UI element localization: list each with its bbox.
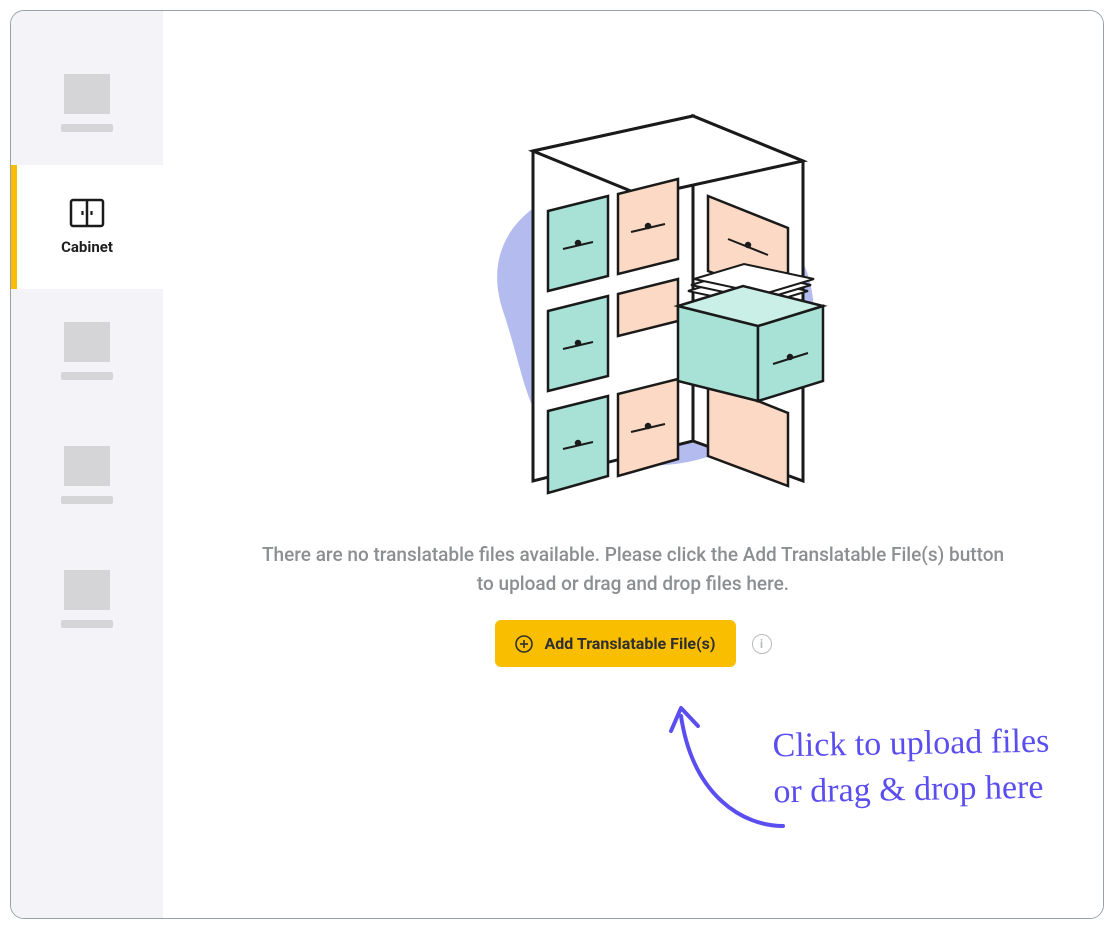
sidebar-item-placeholder-2[interactable] <box>11 289 163 413</box>
placeholder-label <box>61 372 113 380</box>
annotation-text: Click to upload files or drag & drop her… <box>772 719 1050 816</box>
placeholder-icon <box>64 322 110 362</box>
sidebar-item-label: Cabinet <box>61 238 113 256</box>
add-translatable-file-button[interactable]: Add Translatable File(s) <box>495 620 736 667</box>
add-button-label: Add Translatable File(s) <box>545 634 716 653</box>
sidebar-item-placeholder-4[interactable] <box>11 537 163 661</box>
sidebar-item-cabinet[interactable]: Cabinet <box>11 165 163 289</box>
placeholder-icon <box>64 570 110 610</box>
placeholder-label <box>61 496 113 504</box>
placeholder-icon <box>64 74 110 114</box>
empty-state-message: There are no translatable files availabl… <box>253 541 1013 598</box>
placeholder-label <box>61 620 113 628</box>
action-row: Add Translatable File(s) i <box>495 620 772 667</box>
sidebar-item-placeholder-1[interactable] <box>11 41 163 165</box>
main-content: There are no translatable files availabl… <box>163 11 1103 918</box>
plus-circle-icon <box>515 635 533 653</box>
info-icon[interactable]: i <box>752 634 772 654</box>
annotation-line-2: or drag & drop here <box>773 764 1050 815</box>
app-frame: Cabinet <box>10 10 1104 919</box>
sidebar: Cabinet <box>11 11 163 918</box>
placeholder-label <box>61 124 113 132</box>
cabinet-illustration <box>413 81 853 521</box>
sidebar-item-placeholder-3[interactable] <box>11 413 163 537</box>
cabinet-icon <box>69 198 105 228</box>
placeholder-icon <box>64 446 110 486</box>
annotation-line-1: Click to upload files <box>772 719 1049 770</box>
